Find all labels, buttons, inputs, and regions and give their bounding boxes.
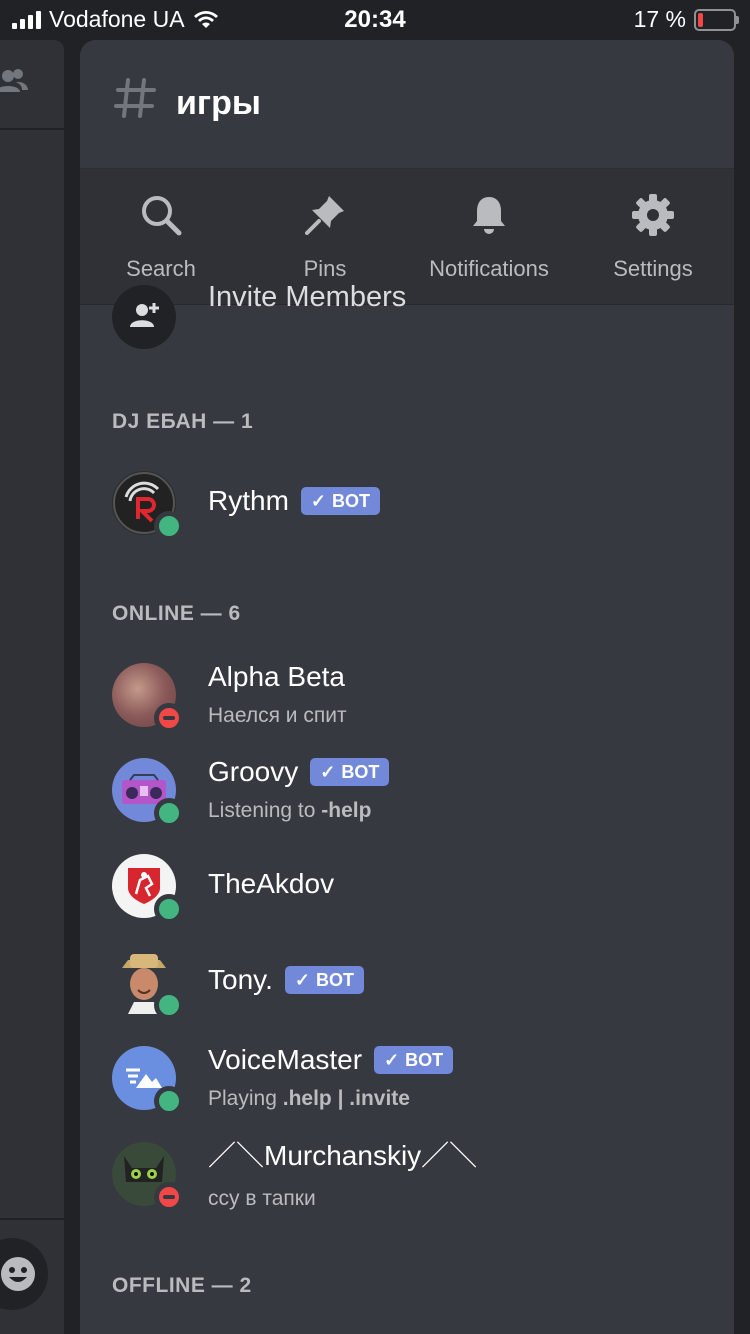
avatar [112, 1142, 184, 1212]
settings-button[interactable]: Settings [578, 193, 728, 282]
member-activity: ссу в тапки [208, 1187, 316, 1210]
divider [0, 1218, 64, 1220]
status-bar: Vodafone UA 20:34 17 % [0, 0, 750, 40]
invite-members-row[interactable]: Invite Members [112, 281, 712, 349]
activity-detail: .help | .invite [282, 1087, 410, 1110]
member-row-rythm[interactable]: Rythm ✓ BOT [112, 471, 712, 541]
channel-details-panel: игры Search Pins Notifications Settings … [80, 40, 734, 1334]
bot-badge: ✓ BOT [310, 758, 390, 786]
member-name-row: VoiceMaster ✓ BOT [208, 1044, 454, 1076]
member-name: VoiceMaster [208, 1044, 363, 1075]
online-status-icon [154, 1086, 184, 1116]
search-icon [142, 196, 182, 236]
notifications-button[interactable]: Notifications [414, 193, 564, 282]
member-name: ／＼Murchanskiy／＼ [208, 1140, 478, 1171]
member-row-groovy[interactable]: Groovy ✓ BOT Listening to -help [112, 756, 712, 828]
avatar [112, 854, 184, 924]
battery-icon [694, 8, 739, 31]
emoji-button[interactable] [0, 1238, 48, 1310]
check-icon: ✓ [294, 970, 310, 990]
check-icon: ✓ [310, 491, 326, 511]
member-activity: Наелся и спит [208, 704, 347, 727]
search-label: Search [126, 256, 196, 281]
settings-label: Settings [613, 256, 693, 281]
online-status-icon [154, 990, 184, 1020]
hash-icon [114, 78, 156, 118]
bot-badge-label: BOT [315, 970, 354, 990]
activity-prefix: Listening to [208, 799, 316, 822]
activity-prefix: Playing [208, 1087, 277, 1110]
avatar [112, 471, 184, 541]
bot-badge-label: BOT [405, 1050, 444, 1070]
member-row-voicemaster[interactable]: VoiceMaster ✓ BOT Playing .help | .invite [112, 1044, 712, 1116]
bell-icon [473, 197, 505, 234]
status-right: 17 % [633, 6, 739, 33]
member-name-row: Rythm ✓ BOT [208, 485, 380, 517]
member-name: Tony. [208, 964, 273, 995]
member-row-theakdov[interactable]: TheAkdov [112, 854, 712, 924]
online-status-icon [154, 511, 184, 541]
bot-badge: ✓ BOT [374, 1046, 454, 1074]
member-name-row: Tony. ✓ BOT [208, 964, 364, 996]
avatar [112, 950, 184, 1020]
members-icon[interactable] [0, 64, 30, 98]
gear-icon [632, 194, 674, 236]
bot-badge-label: BOT [341, 762, 380, 782]
dnd-status-icon [154, 1182, 184, 1212]
member-name: Groovy [208, 756, 299, 787]
section-header-online: ONLINE — 6 [112, 602, 241, 625]
check-icon: ✓ [384, 1050, 400, 1070]
activity-detail: -help [321, 799, 372, 822]
member-name: Rythm [208, 485, 289, 516]
background-chat-column [0, 40, 64, 1334]
pins-label: Pins [303, 256, 347, 281]
pins-button[interactable]: Pins [250, 193, 400, 282]
search-button[interactable]: Search [86, 193, 236, 282]
smile-icon [1, 1257, 35, 1291]
member-activity: Listening to -help [208, 799, 371, 823]
bot-badge: ✓ BOT [300, 487, 380, 515]
add-user-icon [130, 303, 159, 327]
member-name-row: Groovy ✓ BOT [208, 756, 390, 788]
avatar [112, 1046, 184, 1116]
channel-name: игры [176, 84, 261, 122]
online-status-icon [154, 894, 184, 924]
section-header-offline: OFFLINE — 2 [112, 1274, 252, 1297]
invite-avatar [112, 285, 176, 349]
section-header-dj: DJ ЕБАН — 1 [112, 410, 254, 433]
member-list: Invite Members DJ ЕБАН — 1 Rythm ✓ BOT ON… [80, 281, 734, 1334]
member-row-alpha-beta[interactable]: Alpha Beta Наелся и спит [112, 661, 712, 733]
channel-header: игры [80, 40, 734, 169]
check-icon: ✓ [320, 762, 336, 782]
avatar [112, 758, 184, 828]
avatar [112, 663, 184, 733]
bot-badge-label: BOT [332, 491, 370, 511]
member-name: Alpha Beta [208, 661, 345, 692]
invite-members-label: Invite Members [208, 281, 407, 313]
notifications-label: Notifications [429, 256, 549, 281]
divider [0, 128, 64, 130]
dnd-status-icon [154, 703, 184, 733]
online-status-icon [154, 798, 184, 828]
member-row-murchanskiy[interactable]: ／＼Murchanskiy／＼ ссу в тапки [112, 1140, 712, 1212]
battery-percent: 17 % [633, 6, 686, 32]
voicemaster-logo-icon [126, 1068, 162, 1088]
pin-icon [305, 196, 344, 235]
member-activity: Playing .help | .invite [208, 1087, 410, 1111]
member-row-tony[interactable]: Tony. ✓ BOT [112, 950, 712, 1020]
member-name: TheAkdov [208, 868, 335, 899]
bot-badge: ✓ BOT [284, 966, 364, 994]
